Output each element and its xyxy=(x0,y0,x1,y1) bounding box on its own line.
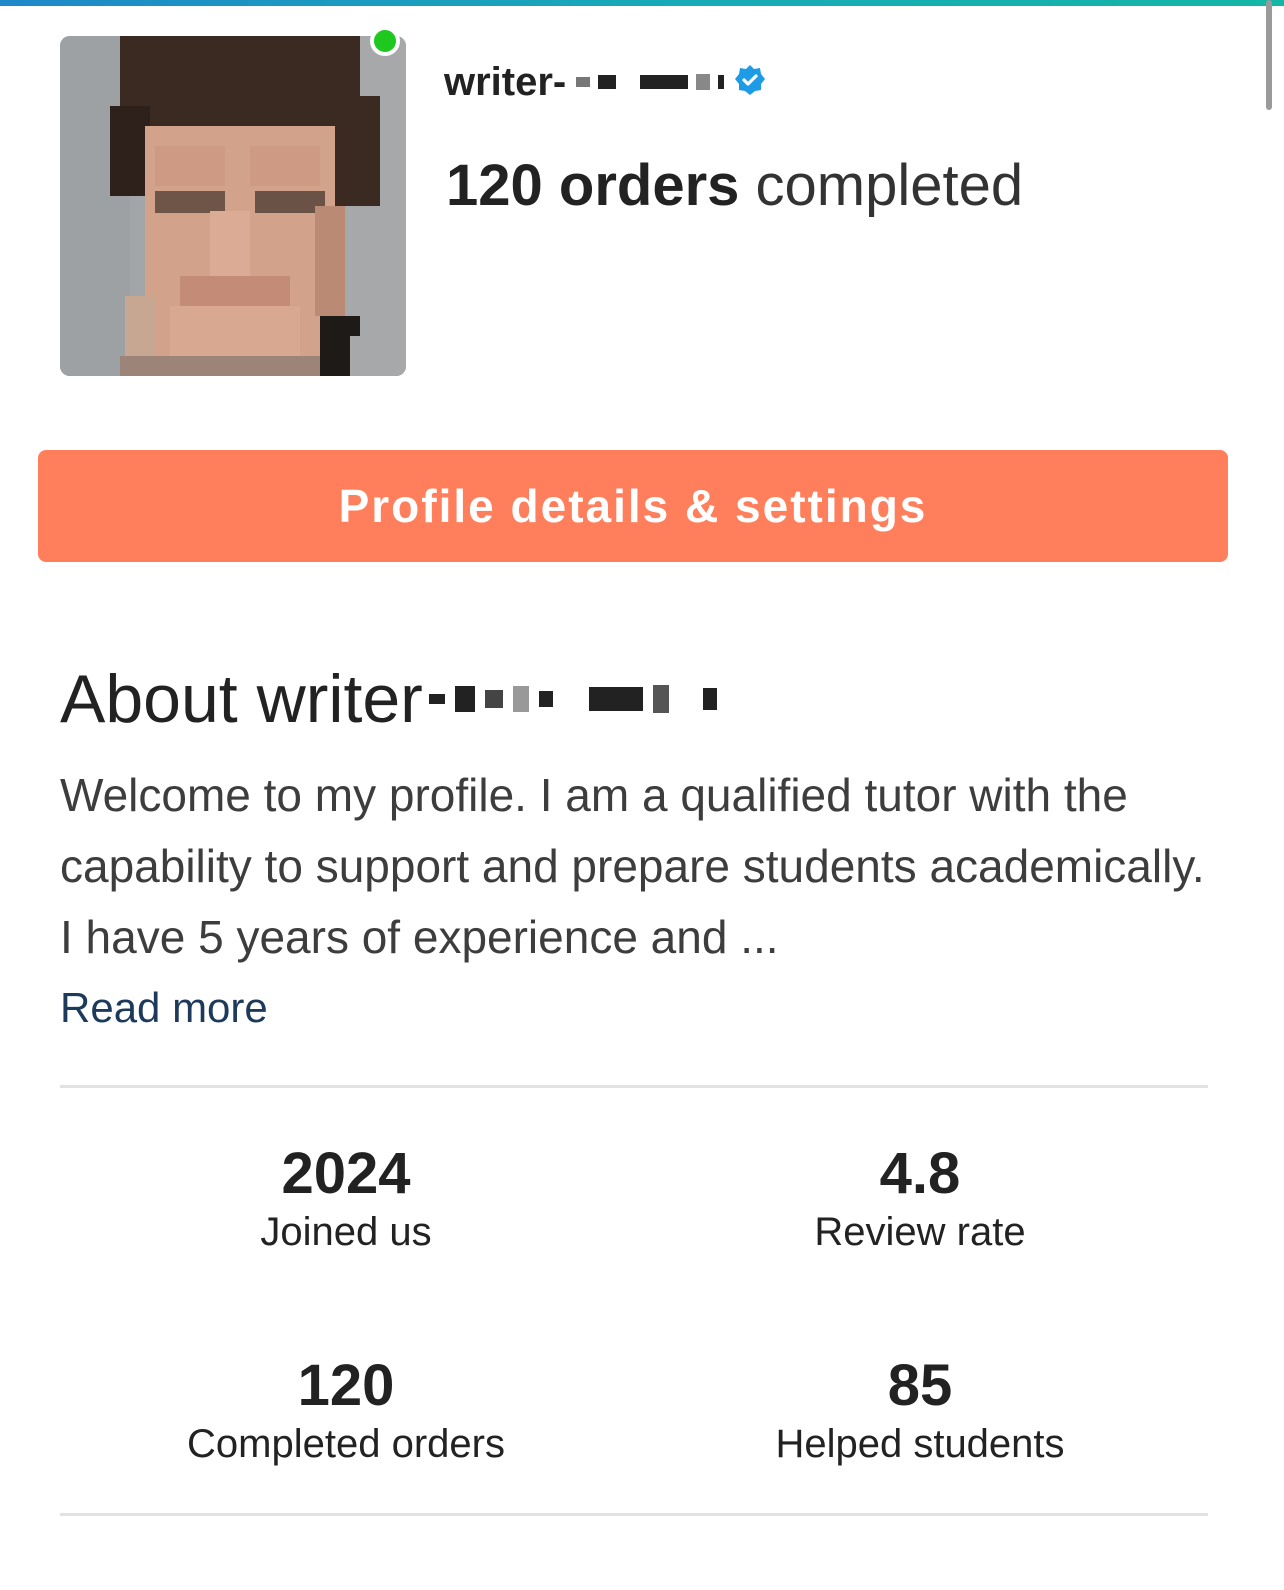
about-title-redaction xyxy=(428,685,717,713)
stat-helped-students-label: Helped students xyxy=(775,1422,1065,1466)
stat-review-rate: 4.8 Review rate xyxy=(640,1142,1200,1258)
orders-suffix: completed xyxy=(755,153,1024,218)
scrollbar[interactable] xyxy=(1266,0,1272,110)
writer-name: writer- xyxy=(444,59,567,104)
stat-joined-value: 2024 xyxy=(281,1141,411,1206)
stat-joined-label: Joined us xyxy=(260,1210,432,1254)
stat-helped-students-value: 85 xyxy=(887,1353,953,1418)
about-description: Welcome to my profile. I am a qualified … xyxy=(60,769,1205,963)
stat-completed-orders-label: Completed orders xyxy=(187,1422,505,1466)
stat-review-rate-label: Review rate xyxy=(814,1210,1026,1254)
profile-settings-label: Profile details & settings xyxy=(338,480,928,532)
stats-bottom-divider xyxy=(60,1513,1208,1516)
stat-completed-orders: 120 Completed orders xyxy=(66,1354,626,1470)
stat-completed-orders-value: 120 xyxy=(297,1353,395,1418)
writer-name-row: writer- xyxy=(444,60,766,104)
stat-joined: 2024 Joined us xyxy=(66,1142,626,1258)
read-more-link[interactable]: Read more xyxy=(60,984,268,1032)
stat-helped-students: 85 Helped students xyxy=(640,1354,1200,1470)
verified-badge-icon xyxy=(734,64,766,101)
about-title: About writer xyxy=(60,660,717,738)
profile-settings-button[interactable]: Profile details & settings xyxy=(38,450,1228,562)
avatar xyxy=(60,36,406,376)
stat-review-rate-value: 4.8 xyxy=(879,1141,961,1206)
name-redaction xyxy=(576,74,725,90)
orders-completed-summary: 120 orders completed xyxy=(446,152,1023,219)
about-title-text: About writer xyxy=(60,661,423,737)
stats-top-divider xyxy=(60,1085,1208,1088)
top-accent-bar xyxy=(0,0,1284,6)
orders-count: 120 orders xyxy=(446,153,740,218)
online-status-dot xyxy=(370,26,400,56)
